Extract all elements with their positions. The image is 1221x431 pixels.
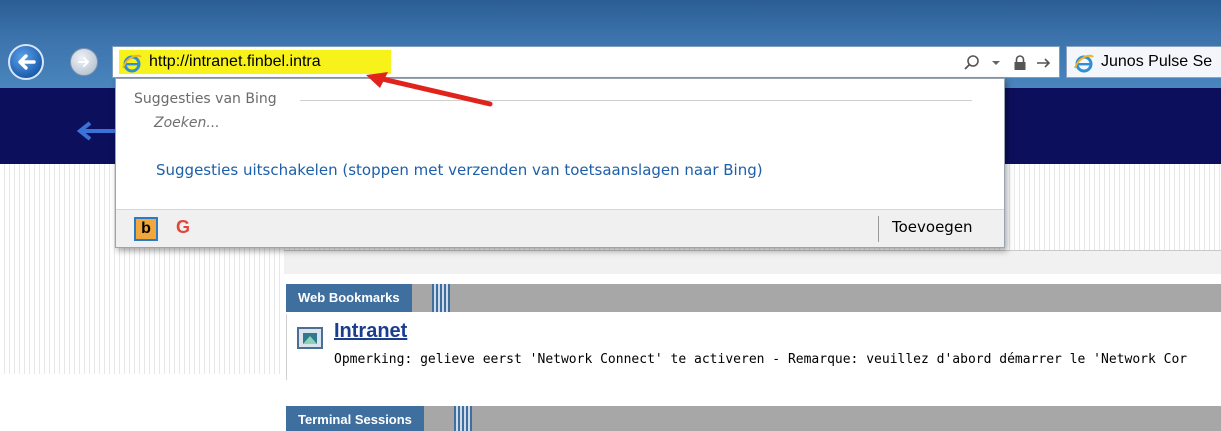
search-icon[interactable] [963,53,981,73]
chevron-down-icon[interactable] [987,53,1005,73]
bookmark-description: Opmerking: gelieve eerst 'Network Connec… [334,352,1188,367]
suggestions-heading: Suggesties van Bing [134,91,277,107]
back-button[interactable] [8,44,44,80]
bookmark-icon [297,327,323,349]
search-provider-bar: b G Toevoegen [116,209,1004,247]
forward-button[interactable] [70,48,98,76]
terminal-sessions-header: Terminal Sessions [286,406,1221,431]
ie-logo-icon [1074,54,1094,73]
section-grip [454,406,472,431]
divider [878,216,879,242]
bing-provider-button[interactable]: b [134,217,158,241]
add-provider-button[interactable]: Toevoegen [892,218,973,236]
intranet-link[interactable]: Intranet [334,320,407,343]
annotation-arrow-icon [366,72,493,107]
url-text[interactable]: http://intranet.finbel.intra [149,53,321,71]
bookmark-row [286,314,1221,380]
search-suggestion[interactable]: Zoeken... [154,115,220,131]
bing-logo-icon: b [141,220,151,237]
back-arrow-icon [18,54,36,70]
web-bookmarks-header: Web Bookmarks [286,284,1221,312]
go-arrow-icon[interactable] [1035,53,1053,73]
tab-title: Junos Pulse Se [1101,53,1213,70]
forward-arrow-icon [78,57,89,67]
google-provider-button[interactable]: G [176,217,190,238]
content-top-strip [284,250,1221,274]
ie-logo-icon [122,54,142,73]
browser-tab[interactable]: Junos Pulse Se [1066,46,1221,78]
address-bar[interactable]: http://intranet.finbel.intra [112,46,1060,78]
lock-icon[interactable] [1011,53,1029,73]
section-grip [432,284,450,312]
disable-suggestions-link[interactable]: Suggesties uitschakelen (stoppen met ver… [156,161,763,179]
section-title: Web Bookmarks [286,284,412,312]
section-title: Terminal Sessions [286,406,424,431]
address-suggestions-dropdown: Suggesties van Bing Zoeken... Suggesties… [115,78,1005,248]
